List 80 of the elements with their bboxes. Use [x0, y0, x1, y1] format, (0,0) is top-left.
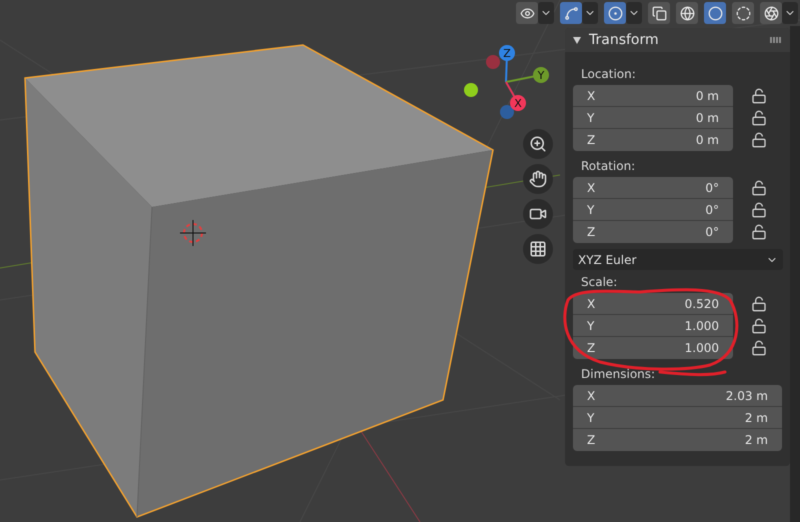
axis-label: Z: [587, 132, 596, 149]
open-lock-icon[interactable]: [751, 224, 767, 240]
navigation-button[interactable]: [523, 234, 553, 264]
axis-label: Z: [587, 340, 596, 357]
section-label: Dimensions:: [580, 366, 656, 382]
number-field[interactable]: Y 1.000: [573, 315, 733, 337]
number-field[interactable]: Z 2 m: [573, 429, 782, 451]
open-lock-icon[interactable]: [751, 318, 767, 334]
open-lock-icon[interactable]: [751, 340, 767, 356]
axis-label: Y: [587, 318, 594, 334]
axis-label: Y: [587, 410, 594, 426]
axis-label: Y: [587, 110, 594, 126]
toolbar-button[interactable]: [676, 2, 698, 24]
dropdown-button[interactable]: [582, 2, 598, 24]
rotation-mode-dropdown[interactable]: XYZ Euler: [573, 249, 783, 270]
field-value: 2.03 m: [726, 388, 768, 404]
dropdown-button[interactable]: [538, 2, 554, 24]
dropdown-button[interactable]: [626, 2, 642, 24]
axis-label: X: [587, 88, 596, 104]
field-value: 0 m: [696, 132, 719, 149]
axis-label: X: [587, 388, 596, 404]
toolbar-button[interactable]: [560, 2, 582, 24]
open-lock-icon[interactable]: [751, 88, 767, 104]
toolbar-button[interactable]: [732, 2, 754, 24]
toolbar-button[interactable]: [604, 2, 626, 24]
open-lock-icon[interactable]: [751, 202, 767, 218]
field-value: 1.000: [684, 318, 719, 334]
navigation-button[interactable]: [523, 164, 553, 194]
eye-icon: [520, 6, 534, 20]
cursor-icon: [180, 220, 206, 246]
overlay-icon: [608, 6, 622, 20]
toolbar-button[interactable]: [704, 2, 726, 24]
globe-icon: [680, 6, 694, 20]
axis-gizmo-drawing[interactable]: X Y Z: [464, 45, 549, 119]
toolbar-button[interactable]: [648, 2, 670, 24]
number-field[interactable]: Z 0 m: [573, 129, 733, 151]
aperture-icon: [764, 6, 778, 20]
zoom-icon: [529, 135, 547, 153]
navigation-button[interactable]: [523, 199, 553, 229]
expand-triangle-icon: [573, 36, 581, 44]
field-value: 2 m: [744, 410, 768, 426]
field-value: 0°: [705, 202, 719, 218]
navigation-button[interactable]: [523, 129, 553, 159]
number-field[interactable]: Y 2 m: [573, 407, 782, 429]
field-value: 0°: [705, 224, 719, 241]
axis-label: X: [587, 180, 596, 196]
axis-label: Z: [587, 224, 596, 241]
toolbar-button[interactable]: [516, 2, 538, 24]
field-value: 0°: [705, 180, 719, 196]
number-field[interactable]: X 2.03 m: [573, 385, 782, 407]
axis-label: Y: [587, 202, 594, 218]
number-field[interactable]: X 0.520: [573, 293, 733, 315]
number-field[interactable]: Y 0°: [573, 199, 733, 221]
hand-icon: [529, 170, 547, 188]
section-label: Rotation:: [580, 158, 636, 174]
field-value: 2 m: [744, 432, 768, 449]
axis-label: X: [587, 296, 596, 312]
circle-icon: [708, 6, 722, 20]
dropdown-button[interactable]: [782, 2, 798, 24]
number-field[interactable]: Y 0 m: [573, 107, 733, 129]
open-lock-icon[interactable]: [751, 132, 767, 148]
field-value: 0 m: [696, 88, 719, 104]
field-value: 0.520: [684, 296, 719, 312]
axis-label: Z: [587, 432, 596, 449]
field-value: 0 m: [696, 110, 719, 126]
number-field[interactable]: Z 0°: [573, 221, 733, 243]
open-lock-icon[interactable]: [751, 180, 767, 196]
section-label: Scale:: [580, 274, 618, 290]
number-field[interactable]: X 0 m: [573, 85, 733, 107]
grid-icon: [529, 240, 547, 258]
curve-arrow-icon: [564, 6, 578, 20]
field-value: 1.000: [684, 340, 719, 357]
section-label: Location:: [580, 66, 637, 82]
toolbar-button[interactable]: [760, 2, 782, 24]
drag-handle-icon[interactable]: [770, 37, 782, 43]
number-field[interactable]: Z 1.000: [573, 337, 733, 359]
squares-icon: [652, 6, 666, 20]
open-lock-icon[interactable]: [751, 296, 767, 312]
open-lock-icon[interactable]: [751, 110, 767, 126]
number-field[interactable]: X 0°: [573, 177, 733, 199]
